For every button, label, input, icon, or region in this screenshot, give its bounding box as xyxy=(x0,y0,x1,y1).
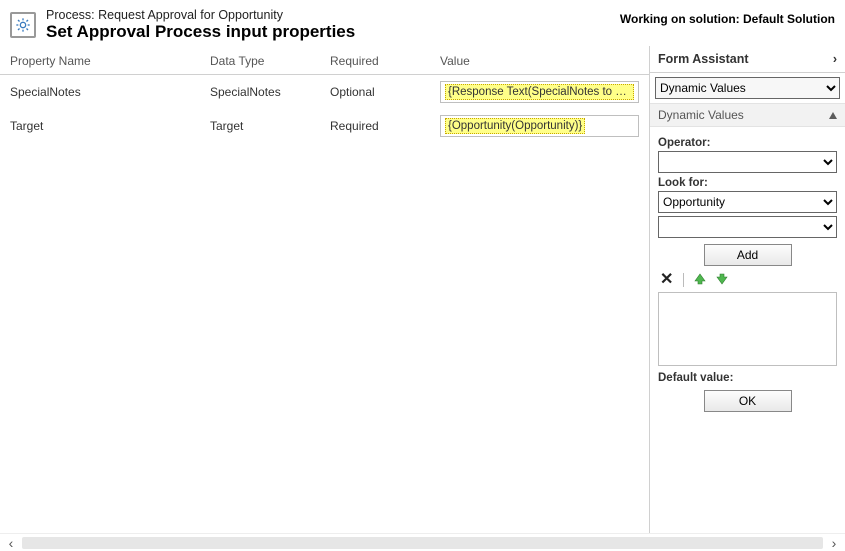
col-data-type[interactable]: Data Type xyxy=(200,46,320,75)
lookfor-label: Look for: xyxy=(658,177,837,189)
ok-button[interactable]: OK xyxy=(704,390,792,412)
operator-label: Operator: xyxy=(658,137,837,149)
process-prefix: Process: xyxy=(46,8,95,22)
process-name: Request Approval for Opportunity xyxy=(98,8,283,22)
cell-property-name: Target xyxy=(0,109,200,143)
solution-label: Working on solution: Default Solution xyxy=(620,8,835,26)
chevron-right-icon[interactable]: › xyxy=(833,52,837,66)
table-row[interactable]: Target Target Required {Opportunity(Oppo… xyxy=(0,109,649,143)
cell-property-name: SpecialNotes xyxy=(0,75,200,110)
value-input[interactable]: {Opportunity(Opportunity)} xyxy=(440,115,639,137)
process-breadcrumb: Process: Request Approval for Opportunit… xyxy=(46,8,355,22)
lookfor-entity-select[interactable]: Opportunity xyxy=(658,191,837,213)
properties-table: Property Name Data Type Required Value S… xyxy=(0,46,649,143)
col-value[interactable]: Value xyxy=(430,46,649,75)
col-property-name[interactable]: Property Name xyxy=(0,46,200,75)
value-token[interactable]: {Opportunity(Opportunity)} xyxy=(445,118,585,134)
page-title: Set Approval Process input properties xyxy=(46,22,355,42)
cell-data-type: SpecialNotes xyxy=(200,75,320,110)
process-icon xyxy=(10,12,36,38)
move-up-icon[interactable] xyxy=(694,273,706,288)
add-button[interactable]: Add xyxy=(704,244,792,266)
assistant-mode-select[interactable]: Dynamic Values xyxy=(655,77,840,99)
dynamic-values-label: Dynamic Values xyxy=(658,108,744,122)
form-assistant-title: Form Assistant xyxy=(658,52,749,66)
scroll-left-icon[interactable]: ‹ xyxy=(2,535,20,551)
value-input[interactable]: {Response Text(SpecialNotes to Manager)} xyxy=(440,81,639,103)
properties-table-area: Property Name Data Type Required Value S… xyxy=(0,46,649,533)
scroll-track[interactable] xyxy=(22,537,823,549)
header-bar: Process: Request Approval for Opportunit… xyxy=(0,0,845,46)
operator-select[interactable] xyxy=(658,151,837,173)
separator xyxy=(683,273,684,287)
cell-required: Optional xyxy=(320,75,430,110)
lookfor-attribute-select[interactable] xyxy=(658,216,837,238)
value-token[interactable]: {Response Text(SpecialNotes to Manager)} xyxy=(445,84,634,100)
cell-required: Required xyxy=(320,109,430,143)
horizontal-scrollbar[interactable]: ‹ › xyxy=(0,533,845,551)
col-required[interactable]: Required xyxy=(320,46,430,75)
selected-items-box[interactable] xyxy=(658,292,837,366)
dynamic-values-section-header[interactable]: Dynamic Values xyxy=(650,103,845,127)
scroll-right-icon[interactable]: › xyxy=(825,535,843,551)
cell-data-type: Target xyxy=(200,109,320,143)
collapse-icon xyxy=(829,112,837,119)
remove-icon[interactable]: ✕ xyxy=(660,272,673,288)
default-value-label: Default value: xyxy=(658,372,837,384)
move-down-icon[interactable] xyxy=(716,273,728,288)
form-assistant-panel: Form Assistant › Dynamic Values Dynamic … xyxy=(649,46,845,533)
table-row[interactable]: SpecialNotes SpecialNotes Optional {Resp… xyxy=(0,75,649,110)
